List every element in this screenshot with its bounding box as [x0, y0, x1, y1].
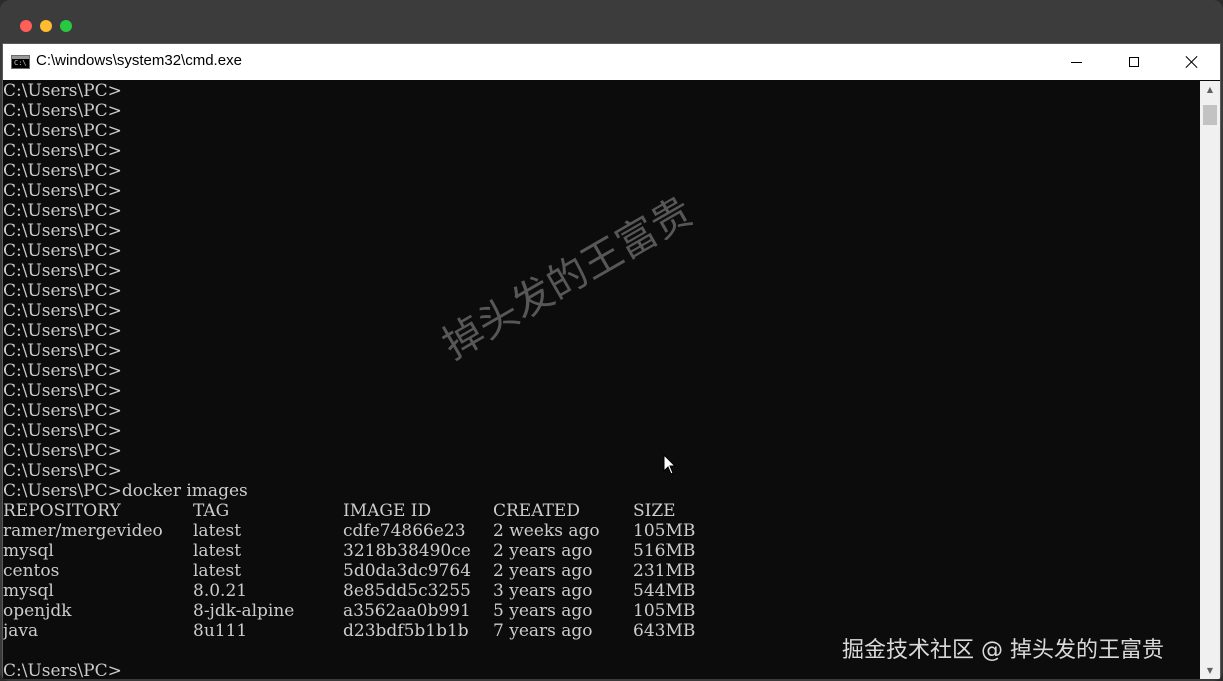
header-tag: TAG: [193, 501, 230, 521]
prompt-line: C:\Users\PC>: [3, 181, 122, 201]
cell-repository: openjdk: [3, 601, 72, 621]
prompt-line: C:\Users\PC>: [3, 421, 122, 441]
prompt-lines: C:\Users\PC> C:\Users\PC> C:\Users\PC> C:\U…: [3, 81, 1200, 481]
mac-minimize-button[interactable]: [40, 20, 52, 32]
cell-tag: 8u111: [193, 621, 248, 641]
cell-image-id: 8e85dd5c3255: [343, 581, 471, 601]
cmd-icon-text: C:\: [14, 59, 27, 67]
prompt-line: C:\Users\PC>: [3, 101, 122, 121]
prompt-line: C:\Users\PC>: [3, 301, 122, 321]
cell-repository: ramer/mergevideo: [3, 521, 163, 541]
cell-repository: mysql: [3, 541, 54, 561]
cmd-icon: C:\: [11, 55, 30, 69]
cell-size: 544MB: [633, 581, 696, 601]
maximize-icon: [1129, 57, 1139, 67]
prompt-line: C:\Users\PC>: [3, 121, 122, 141]
prompt-line: C:\Users\PC>: [3, 381, 122, 401]
mac-close-button[interactable]: [20, 20, 32, 32]
prompt-line: C:\Users\PC>: [3, 261, 122, 281]
table-row: mysql latest 3218b38490ce 2 years ago 516MB: [3, 541, 1200, 561]
header-image-id: IMAGE ID: [343, 501, 432, 521]
cell-repository: mysql: [3, 581, 54, 601]
table-row: ramer/mergevideo latest cdfe74866e23 2 week…: [3, 521, 1200, 541]
table-row: mysql 8.0.21 8e85dd5c3255 3 years ago 544MB: [3, 581, 1200, 601]
minimize-button[interactable]: [1047, 44, 1105, 80]
prompt-line: C:\Users\PC>: [3, 461, 122, 481]
scroll-up-arrow-icon[interactable]: ▲: [1200, 81, 1220, 98]
window-title: C:\windows\system32\cmd.exe: [36, 52, 242, 69]
cell-image-id: 5d0da3dc9764: [343, 561, 472, 581]
prompt-line: C:\Users\PC>: [3, 361, 122, 381]
header-size: SIZE: [633, 501, 676, 521]
console-output[interactable]: C:\Users\PC> C:\Users\PC> C:\Users\PC> C:\U…: [3, 81, 1200, 679]
cmd-title-bar[interactable]: C:\ C:\windows\system32\cmd.exe: [3, 44, 1220, 80]
prompt-line: C:\Users\PC>: [3, 401, 122, 421]
table-row: openjdk 8-jdk-alpine a3562aa0b991 5 years a…: [3, 601, 1200, 621]
cell-tag: 8.0.21: [193, 581, 248, 601]
cell-created: 2 years ago: [493, 541, 593, 561]
cell-created: 5 years ago: [493, 601, 593, 621]
cell-size: 105MB: [633, 601, 696, 621]
outer-window: C:\ C:\windows\system32\cmd.exe C:\Users…: [0, 0, 1223, 681]
minimize-icon: [1070, 61, 1082, 63]
cell-repository: centos: [3, 561, 60, 581]
scroll-down-arrow-icon[interactable]: ▼: [1200, 662, 1220, 679]
scroll-thumb[interactable]: [1203, 105, 1217, 125]
prompt-line: C:\Users\PC>: [3, 81, 122, 101]
prompt-line: C:\Users\PC>: [3, 201, 122, 221]
close-icon: [1185, 55, 1199, 69]
cell-image-id: a3562aa0b991: [343, 601, 471, 621]
cell-tag: latest: [193, 541, 242, 561]
prompt-line: C:\Users\PC>: [3, 281, 122, 301]
cmd-window: C:\ C:\windows\system32\cmd.exe C:\Users…: [2, 43, 1221, 679]
cell-image-id: 3218b38490ce: [343, 541, 471, 561]
cell-tag: latest: [193, 561, 242, 581]
cell-repository: java: [3, 621, 39, 641]
prompt-line: C:\Users\PC>: [3, 221, 122, 241]
cell-image-id: d23bdf5b1b1b: [343, 621, 469, 641]
close-button[interactable]: [1163, 44, 1221, 80]
prompt-line: C:\Users\PC>: [3, 441, 122, 461]
cell-image-id: cdfe74866e23: [343, 521, 466, 541]
mac-title-bar: [0, 0, 1223, 43]
cell-tag: latest: [193, 521, 242, 541]
cell-size: 643MB: [633, 621, 696, 641]
cell-created: 7 years ago: [493, 621, 593, 641]
table-rows: ramer/mergevideo latest cdfe74866e23 2 week…: [3, 521, 1200, 641]
cell-created: 2 weeks ago: [493, 521, 600, 541]
header-repository: REPOSITORY: [3, 501, 121, 521]
cell-size: 231MB: [633, 561, 696, 581]
table-row: centos latest 5d0da3dc9764 2 years ago 231MB: [3, 561, 1200, 581]
table-row: java 8u111 d23bdf5b1b1b 7 years ago 643MB: [3, 621, 1200, 641]
cell-size: 105MB: [633, 521, 696, 541]
header-created: CREATED: [493, 501, 580, 521]
prompt-line: C:\Users\PC>: [3, 241, 122, 261]
prompt-line: C:\Users\PC>: [3, 141, 122, 161]
prompt-line: C:\Users\PC>: [3, 321, 122, 341]
prompt-line: C:\Users\PC>: [3, 341, 122, 361]
command-line: C:\Users\PC>docker images: [3, 481, 248, 501]
vertical-scrollbar[interactable]: ▲ ▼: [1200, 81, 1220, 679]
cell-tag: 8-jdk-alpine: [193, 601, 295, 621]
table-header-row: REPOSITORY TAG IMAGE ID CREATED SIZE: [3, 501, 1200, 521]
cell-created: 3 years ago: [493, 581, 593, 601]
prompt-line: C:\Users\PC>: [3, 161, 122, 181]
cell-created: 2 years ago: [493, 561, 593, 581]
maximize-button[interactable]: [1105, 44, 1163, 80]
cell-size: 516MB: [633, 541, 696, 561]
mac-zoom-button[interactable]: [60, 20, 72, 32]
final-prompt: C:\Users\PC>: [3, 661, 122, 679]
